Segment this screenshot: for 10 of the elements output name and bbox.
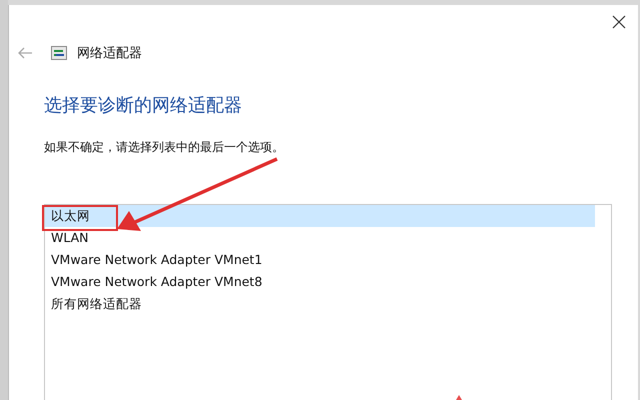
- window-title: 网络适配器: [77, 45, 142, 62]
- adapter-item[interactable]: VMware Network Adapter VMnet1: [45, 249, 595, 271]
- adapter-item[interactable]: 所有网络适配器: [45, 293, 595, 315]
- adapter-item[interactable]: 以太网: [45, 205, 595, 227]
- network-adapter-icon: [51, 46, 67, 60]
- page-heading: 选择要诊断的网络适配器: [44, 94, 243, 117]
- instruction-text: 如果不确定，请选择列表中的最后一个选项。: [44, 139, 285, 156]
- adapter-item[interactable]: VMware Network Adapter VMnet8: [45, 271, 595, 293]
- adapter-item[interactable]: WLAN: [45, 227, 595, 249]
- close-icon[interactable]: [610, 13, 628, 31]
